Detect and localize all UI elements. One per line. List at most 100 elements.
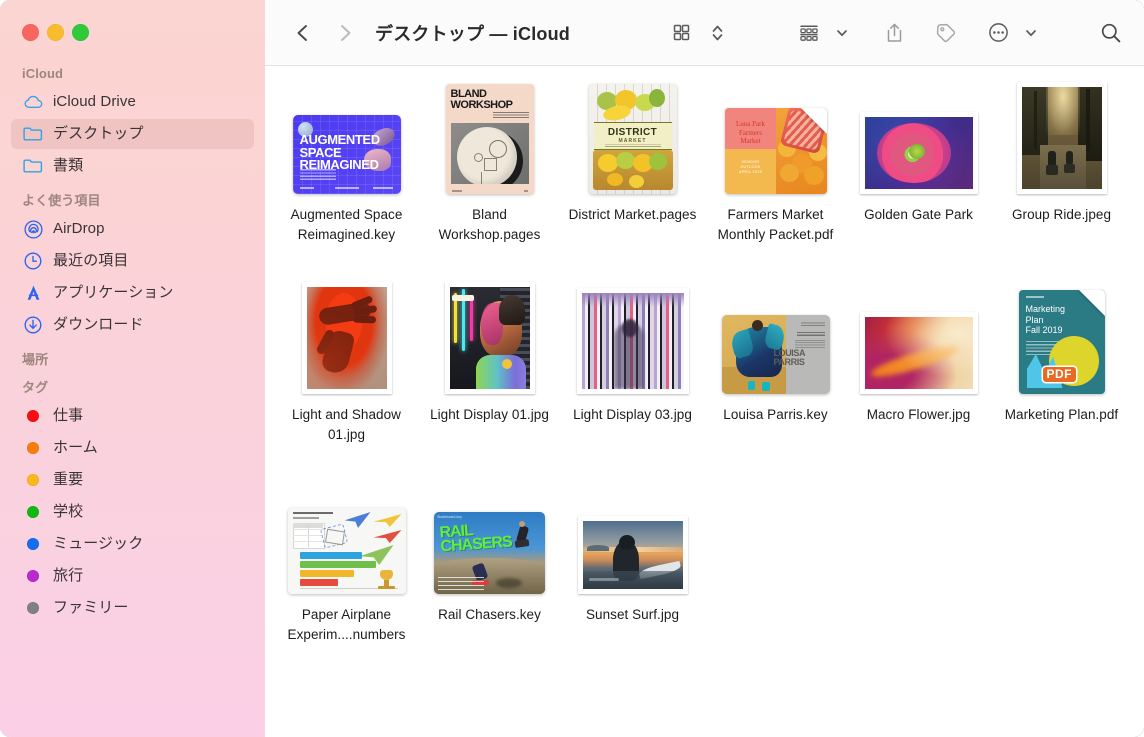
file-item[interactable]: MarketingPlanFall 2019 PDF Marketing Pla…	[990, 280, 1133, 480]
sidebar-section-title: 場所	[0, 352, 265, 368]
minimize-window-button[interactable]	[47, 24, 64, 41]
maximize-window-button[interactable]	[72, 24, 89, 41]
thumbnail-augmented-space-icon: AUGMENTEDSPACEREIMAGINED	[293, 115, 401, 194]
sidebar-item-label: ミュージック	[53, 534, 143, 554]
file-thumbnail[interactable]: BLANDWORKSHOP	[418, 80, 561, 194]
file-item[interactable]: Paper Airplane Experim....numbers	[275, 480, 418, 680]
sidebar-item-ホーム[interactable]: ホーム	[11, 433, 254, 463]
sidebar-item-最近の項目[interactable]: 最近の項目	[11, 246, 254, 276]
file-grid[interactable]: AUGMENTEDSPACEREIMAGINED Augmented Space…	[265, 66, 1144, 737]
file-thumbnail[interactable]: LOUISAPARRIS	[704, 280, 847, 394]
file-thumbnail[interactable]: Skateboard.key RAILCHASERS	[418, 480, 561, 594]
sidebar-item-airdrop[interactable]: AirDrop	[11, 214, 254, 244]
tag-icon[interactable]	[931, 18, 961, 48]
sidebar-item-ミュージック[interactable]: ミュージック	[11, 529, 254, 559]
file-item[interactable]: Golden Gate Park	[847, 80, 990, 280]
thumbnail-sunset-surf-icon	[578, 516, 688, 594]
file-thumbnail[interactable]	[561, 480, 704, 594]
thumbnail-marketing-plan-icon: MarketingPlanFall 2019 PDF	[1019, 290, 1105, 394]
file-item[interactable]: Light Display 03.jpg	[561, 280, 704, 480]
group-by-icon[interactable]	[794, 18, 824, 48]
sidebar-item-label: ダウンロード	[53, 315, 144, 335]
sidebar-list[interactable]: iCloudiCloud Driveデスクトップ書類よく使う項目AirDrop最…	[0, 62, 265, 737]
sidebar-item-label: 重要	[53, 470, 83, 490]
file-thumbnail[interactable]	[990, 80, 1133, 194]
file-name-label: District Market.pages	[563, 205, 702, 225]
sidebar-item-重要[interactable]: 重要	[11, 465, 254, 495]
thumbnail-light-display-01-icon	[445, 282, 535, 394]
file-name-label: Marketing Plan.pdf	[992, 405, 1131, 425]
file-thumbnail[interactable]: AUGMENTEDSPACEREIMAGINED	[275, 80, 418, 194]
thumbnail-macro-flower-icon	[860, 312, 978, 394]
view-stepper-icon[interactable]	[702, 18, 732, 48]
file-thumbnail[interactable]	[847, 280, 990, 394]
share-icon[interactable]	[879, 18, 909, 48]
sidebar-item-label: アプリケーション	[53, 283, 174, 303]
file-item[interactable]: Luna ParkFarmers Market VENDOR OUTLOOKAP…	[704, 80, 847, 280]
close-window-button[interactable]	[22, 24, 39, 41]
pdf-dogear-icon	[801, 108, 827, 134]
file-name-label: Group Ride.jpeg	[992, 205, 1131, 225]
thumbnail-bland-workshop-icon: BLANDWORKSHOP	[446, 84, 534, 194]
file-thumbnail[interactable]	[561, 280, 704, 394]
sidebar-item-仕事[interactable]: 仕事	[11, 401, 254, 431]
file-item[interactable]: AUGMENTEDSPACEREIMAGINED Augmented Space…	[275, 80, 418, 280]
applications-icon	[22, 283, 44, 303]
clock-icon	[22, 251, 44, 271]
thumbnail-district-market-icon: DISTRICT MARKET	[589, 84, 677, 194]
more-actions-icon[interactable]	[983, 18, 1013, 48]
window-controls	[22, 24, 89, 41]
tag-dot-icon	[27, 570, 39, 582]
sidebar-item-label: ホーム	[53, 438, 98, 458]
icon-view-icon[interactable]	[666, 18, 696, 48]
file-name-label: Light Display 03.jpg	[563, 405, 702, 425]
more-actions-chevron-icon[interactable]	[1016, 18, 1046, 48]
sidebar-item-label: デスクトップ	[53, 124, 144, 144]
sidebar-item-ダウンロード[interactable]: ダウンロード	[11, 310, 254, 340]
sidebar-item-アプリケーション[interactable]: アプリケーション	[11, 278, 254, 308]
file-item[interactable]: LOUISAPARRIS Louisa Parris.key	[704, 280, 847, 480]
toolbar: デスクトップ — iCloud	[265, 0, 1144, 66]
file-thumbnail[interactable]: Luna ParkFarmers Market VENDOR OUTLOOKAP…	[704, 80, 847, 194]
file-item[interactable]: Light Display 01.jpg	[418, 280, 561, 480]
file-item[interactable]: Macro Flower.jpg	[847, 280, 990, 480]
sidebar-item-書類[interactable]: 書類	[11, 151, 254, 181]
sidebar-item-学校[interactable]: 学校	[11, 497, 254, 527]
forward-button[interactable]	[331, 18, 361, 48]
sidebar-item-label: iCloud Drive	[53, 92, 136, 112]
sidebar-item-旅行[interactable]: 旅行	[11, 561, 254, 591]
sidebar-item-label: 書類	[53, 156, 83, 176]
search-icon[interactable]	[1096, 18, 1126, 48]
file-item[interactable]: Light and Shadow 01.jpg	[275, 280, 418, 480]
thumbnail-light-display-03-icon	[577, 288, 689, 394]
file-item[interactable]: BLANDWORKSHOP Bland Workshop.pages	[418, 80, 561, 280]
tag-dot-icon	[27, 506, 39, 518]
folder-icon	[22, 156, 44, 176]
thumbnail-group-ride-icon	[1017, 82, 1107, 194]
tag-dot-icon	[27, 602, 39, 614]
sidebar-item-label: 学校	[53, 502, 83, 522]
file-name-label: Augmented Space Reimagined.key	[277, 205, 416, 245]
sidebar-item-デスクトップ[interactable]: デスクトップ	[11, 119, 254, 149]
file-thumbnail[interactable]: DISTRICT MARKET	[561, 80, 704, 194]
file-item[interactable]: DISTRICT MARKET District Market.pages	[561, 80, 704, 280]
tag-dot-icon	[27, 474, 39, 486]
file-item[interactable]: Group Ride.jpeg	[990, 80, 1133, 280]
file-item[interactable]: Sunset Surf.jpg	[561, 480, 704, 680]
file-thumbnail[interactable]	[418, 280, 561, 394]
file-name-label: Macro Flower.jpg	[849, 405, 988, 425]
file-item[interactable]: Skateboard.key RAILCHASERS Rail Chasers.…	[418, 480, 561, 680]
airdrop-icon	[22, 219, 44, 239]
sidebar-item-label: 仕事	[53, 406, 83, 426]
file-thumbnail[interactable]	[275, 280, 418, 394]
file-thumbnail[interactable]	[275, 480, 418, 594]
sidebar-item-ファミリー[interactable]: ファミリー	[11, 593, 254, 623]
file-thumbnail[interactable]: MarketingPlanFall 2019 PDF	[990, 280, 1133, 394]
sidebar-item-icloud-drive[interactable]: iCloud Drive	[11, 87, 254, 117]
group-by-chevron-icon[interactable]	[827, 18, 857, 48]
file-name-label: Sunset Surf.jpg	[563, 605, 702, 625]
back-button[interactable]	[287, 18, 317, 48]
thumbnail-paper-airplane-icon	[288, 508, 406, 594]
window-title: デスクトップ — iCloud	[375, 20, 570, 46]
file-thumbnail[interactable]	[847, 80, 990, 194]
